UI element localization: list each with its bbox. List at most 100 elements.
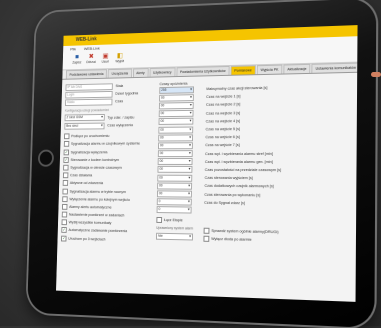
delay-row: 0	[156, 198, 201, 207]
checkbox-row[interactable]: ✓ Uruchom po 3 wejściach	[61, 234, 149, 244]
delete-button[interactable]: ▣ Usuń	[98, 53, 113, 69]
delay-label-list: Maksymalny czas akcji sterowania [s] Czas…	[204, 82, 353, 208]
left-checkbox-list: Podłącz po uruchomieniu Sygnalizacja alar…	[61, 132, 151, 244]
password-input[interactable]: Hasło	[65, 98, 113, 107]
stage-checkbox[interactable]	[156, 217, 163, 224]
checkbox[interactable]	[64, 133, 70, 140]
save-button[interactable]: ■ Zapisz	[70, 54, 85, 69]
checkbox[interactable]	[63, 164, 69, 171]
checkbox[interactable]	[62, 196, 68, 202]
left-column: IP lub DNS Stała Login Dzień tygodnia Ha…	[61, 81, 152, 244]
checkbox-row[interactable]: ✓ Sygnalizacja wyłączenia	[63, 148, 151, 156]
middle-column: Czasy opóźnienia 25500000000000000000000…	[155, 80, 203, 241]
tab-alerts[interactable]: Alerty	[132, 68, 149, 78]
checkbox[interactable]: ✓	[61, 227, 67, 234]
mode-select[interactable]: Z sieci GSM	[64, 114, 105, 122]
discard-button[interactable]: ✖ Odrzuć	[84, 53, 99, 69]
delay-value-input[interactable]: 00	[157, 150, 193, 158]
network-select[interactable]: Bez sieci	[64, 122, 105, 130]
checkbox-label: Sygnalizacja alarmu w trybie nocnym	[69, 189, 127, 194]
checkbox[interactable]: ✓	[63, 149, 70, 155]
tab-users[interactable]: Użytkownicy	[149, 67, 176, 77]
delays-header: Czasy opóźnienia	[159, 81, 188, 86]
delay-row: 00	[158, 133, 201, 142]
delay-value-input[interactable]: 00	[157, 166, 193, 174]
menu-item-weblink[interactable]: WEB-Link	[84, 46, 100, 51]
tab-updates[interactable]: Aktualizacje	[283, 63, 311, 74]
delay-value-input[interactable]: 0	[156, 198, 192, 206]
exit-button[interactable]: ◧ Wyjdź	[112, 52, 127, 68]
delay-value-input[interactable]: 00	[156, 190, 192, 198]
checkbox-label: Automatyczne zadawanie powtórzenia	[68, 228, 128, 234]
tab-basic-settings[interactable]: Podstawowe ustawienia	[65, 69, 108, 79]
menu-item-file[interactable]: Plik	[70, 47, 76, 52]
delay-value-input[interactable]: 00	[157, 142, 193, 150]
checkbox[interactable]	[61, 211, 68, 218]
checkbox-label: Aktywne od zdarzenia	[69, 181, 104, 186]
delay-value-list: 2550000000000000000000000000000	[156, 85, 203, 215]
host-label: Stała	[115, 84, 124, 89]
tab-message-settings[interactable]: Ustawienia komunikatów	[311, 62, 358, 73]
check-system-checkbox[interactable]	[203, 227, 210, 234]
tab-user-notifications[interactable]: Powiadomienia Użytkowników	[176, 65, 230, 77]
checkbox-label: Alarmy alertu automatyczne	[69, 204, 112, 210]
checkbox-label: Nastawienie powtórzeń w zadaniach	[68, 212, 125, 218]
checkbox-label: Sygnalizacja wyłączenia	[70, 150, 108, 154]
delay-row: 00	[157, 150, 202, 158]
login-label: Dzień tygodnia	[115, 91, 139, 96]
checkbox[interactable]: ✓	[63, 156, 69, 163]
section-label: Konfiguracja usługi powiadomień	[64, 107, 110, 113]
delay-label: Czas wył. i wyzbierania alarmu gen. [min…	[204, 159, 273, 164]
delay-value-input[interactable]: 00	[158, 118, 194, 126]
tablet-screen: WEB-Link Plik WEB-Link ■ Zapisz ✖ Odrzuć…	[56, 25, 358, 302]
checkbox[interactable]: ✓	[61, 235, 67, 242]
delay-value-input[interactable]: 00	[157, 182, 193, 190]
delay-value-input[interactable]: 00	[158, 134, 194, 142]
check-system-label: Sprawdź system ogólnie alarmy(DRUGI)	[211, 228, 279, 235]
checkbox-label: Sygnalizacja alarmu w czujnikowym system…	[70, 141, 141, 147]
diode-off-label: Wyłącz dioda po alarmie	[211, 236, 252, 242]
delay-value-input[interactable]: 00	[159, 93, 194, 102]
alarm-system-label: Uprawniony system alarm	[156, 226, 194, 231]
checkbox[interactable]	[61, 219, 68, 226]
checkbox-label: Uruchom po 3 wejściach	[68, 236, 106, 242]
login-input[interactable]: Login	[65, 90, 113, 99]
tab-measurements[interactable]: Pomiarowe	[230, 65, 256, 75]
tab-devices[interactable]: Urządzenia	[107, 68, 132, 78]
alarm-system-select[interactable]: Nie	[155, 232, 194, 241]
delay-value-input[interactable]: 00	[158, 126, 194, 134]
delay-row: 00	[157, 158, 202, 166]
checkbox-label: Wyślij wszystkie komunikaty	[68, 220, 112, 226]
delay-value-input[interactable]: 00	[157, 174, 193, 182]
checkbox[interactable]	[63, 141, 70, 148]
delay-row: 00	[157, 166, 201, 174]
checkbox[interactable]	[62, 188, 68, 194]
tablet-device: WEB-Link Plik WEB-Link ■ Zapisz ✖ Odrzuć…	[27, 0, 377, 328]
delay-value-input[interactable]: 00	[157, 158, 193, 166]
delay-value-input[interactable]: 00	[158, 101, 194, 110]
checkbox[interactable]	[62, 172, 69, 179]
delay-value-input[interactable]: 255	[159, 85, 195, 94]
diode-off-checkbox[interactable]	[203, 235, 210, 242]
delay-value-input[interactable]: 00	[158, 110, 194, 118]
checkbox-label: Sygnalizacja w okresie czasowym	[70, 165, 122, 170]
checkbox-label: Sterowanie z kodem kontrolnym	[70, 157, 120, 162]
checkbox-row[interactable]: ✓ Sterowanie z kodem kontrolnym	[63, 156, 150, 164]
checkbox[interactable]	[61, 203, 68, 210]
tab-pk-outputs[interactable]: Wyjścia PK	[256, 64, 283, 75]
app-title: WEB-Link	[75, 36, 97, 43]
stage-label: Łącz Etapie	[163, 218, 183, 223]
host-input[interactable]: IP lub DNS	[65, 82, 113, 91]
delay-value-input[interactable]: 0	[156, 206, 192, 214]
network-label: Czas wyłączenia	[107, 123, 134, 128]
delay-row: 0	[156, 206, 201, 215]
delay-label: Czas wył. i wyzbierania alarmu stref [mi…	[205, 151, 273, 156]
delay-row: 00	[157, 174, 201, 182]
checkbox-label: Podłącz po uruchomieniu	[71, 134, 110, 139]
checkbox[interactable]	[62, 180, 69, 187]
delay-row: 00	[156, 190, 201, 198]
mode-label: Typ zdar. / zapisu	[107, 115, 135, 120]
checkbox-label: Wyłączenie alarmu po kolejnym wejściu	[69, 197, 130, 202]
pointer-marker	[371, 72, 381, 77]
delay-row: 00	[157, 182, 201, 190]
